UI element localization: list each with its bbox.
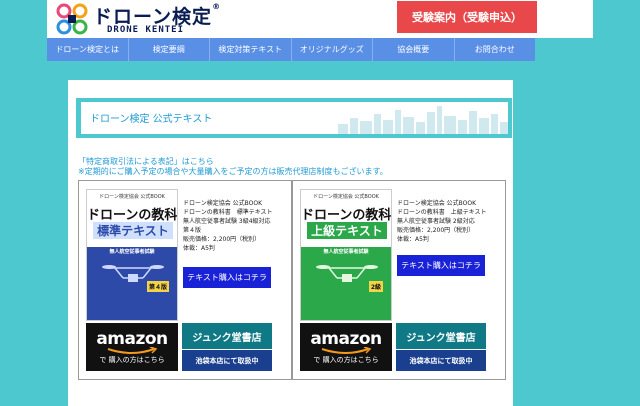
book-info-advanced: ドローン検定協会 公式BOOK ドローンの教科書 上級テキスト 無人航空従事者試…	[397, 199, 503, 244]
nav-item-textbooks[interactable]: 検定対策テキスト	[210, 38, 292, 61]
main-nav: ドローン検定とは 検定要綱 検定対策テキスト オリジナルグッズ 協会概要 お問合…	[47, 38, 535, 61]
buy-text-button-advanced[interactable]: テキスト購入はコチラ	[397, 255, 485, 276]
registered-mark: ®	[212, 2, 222, 11]
book-cover-advanced[interactable]: ドローン検定協会 公式BOOK ドローンの教科書 上級テキスト 無人航空従事者試…	[300, 189, 392, 321]
book-info-line: 第４版	[183, 227, 202, 234]
product-card-advanced: ドローン検定協会 公式BOOK ドローンの教科書 上級テキスト 無人航空従事者試…	[292, 180, 506, 380]
amazon-wordmark: amazon	[310, 329, 382, 349]
nav-item-about[interactable]: ドローン検定とは	[47, 38, 129, 61]
book-info-line: ドローンの教科書 標準テキスト	[183, 209, 273, 216]
amazon-smile-icon	[321, 347, 372, 354]
product-card-standard: ドローン検定協会 公式BOOK ドローンの教科書 標準テキスト 無人航空従事者試…	[78, 180, 292, 380]
main-content: ドローン検定 公式テキスト 「特定商取引法による表記」はこちら ※定期的にご購入…	[68, 80, 513, 406]
junku-button-standard[interactable]: ジュンク堂書店 池袋本店にて取扱中	[182, 323, 272, 371]
book-info-line: 体裁：A5判	[397, 236, 429, 243]
amazon-wordmark: amazon	[96, 329, 168, 349]
page-title: ドローン検定 公式テキスト	[90, 114, 213, 125]
book-info-line: 販売価格：2,200円（税別）	[183, 236, 261, 243]
junku-button-advanced[interactable]: ジュンク堂書店 池袋本店にて取扱中	[396, 323, 486, 371]
exam-apply-button[interactable]: 受験案内（受験申込）	[397, 1, 537, 33]
cover-exam: 無人航空従事者試験	[109, 249, 155, 255]
city-skyline-icon	[338, 106, 508, 134]
site-header: ドローン検定® DRONE KENTEI 受験案内（受験申込）	[47, 0, 593, 38]
junku-store-branch: 池袋本店にて取扱中	[396, 350, 486, 371]
cover-edition: 2級	[368, 281, 383, 292]
drone-logo-icon	[56, 3, 88, 35]
junku-store-branch: 池袋本店にて取扱中	[182, 350, 272, 371]
bulk-purchase-note: ※定期的にご購入予定の場合や大量購入をご予定の方は販売代理店制度もございます。	[78, 167, 388, 176]
amazon-button-advanced[interactable]: amazon で 購入の方はこちら	[300, 323, 392, 371]
cover-edition: 第４版	[146, 281, 169, 292]
page-title-banner: ドローン検定 公式テキスト	[76, 98, 512, 138]
amazon-subtext: で 購入の方はこちら	[99, 356, 165, 364]
site-logo[interactable]: ドローン検定® DRONE KENTEI	[55, 2, 235, 36]
book-info-line: 体裁：A5判	[183, 245, 215, 252]
nav-item-association[interactable]: 協会概要	[373, 38, 455, 61]
cover-org: ドローン検定協会 公式BOOK	[99, 194, 165, 200]
book-info-line: ドローン検定協会 公式BOOK	[397, 200, 476, 207]
amazon-smile-icon	[107, 347, 158, 354]
nav-item-contact[interactable]: お問合わせ	[455, 38, 536, 61]
logo-subtitle: DRONE KENTEI	[107, 25, 185, 35]
nav-item-guidelines[interactable]: 検定要綱	[129, 38, 210, 61]
book-info-line: ドローンの教科書 上級テキスト	[397, 209, 487, 216]
cover-subtitle: 上級テキスト	[307, 222, 387, 239]
buy-text-button-standard[interactable]: テキスト購入はコチラ	[183, 267, 271, 288]
book-cover-standard[interactable]: ドローン検定協会 公式BOOK ドローンの教科書 標準テキスト 無人航空従事者試…	[86, 189, 178, 321]
cover-subtitle: 標準テキスト	[93, 222, 173, 239]
nav-item-goods[interactable]: オリジナルグッズ	[292, 38, 373, 61]
book-info-line: 販売価格：2,200円（税別）	[397, 227, 475, 234]
cover-org: ドローン検定協会 公式BOOK	[313, 194, 379, 200]
amazon-button-standard[interactable]: amazon で 購入の方はこちら	[86, 323, 178, 371]
junku-store-name: ジュンク堂書店	[396, 323, 486, 349]
book-info-standard: ドローン検定協会 公式BOOK ドローンの教科書 標準テキスト 無人航空従事者試…	[183, 199, 289, 253]
cover-title: ドローンの教科書	[301, 208, 392, 223]
book-info-line: 無人航空従事者試験 2級対応	[397, 218, 475, 225]
cover-title: ドローンの教科書	[87, 208, 178, 223]
cover-exam: 無人航空従事者試験	[323, 249, 369, 255]
amazon-subtext: で 購入の方はこちら	[313, 356, 379, 364]
book-info-line: ドローン検定協会 公式BOOK	[183, 200, 262, 207]
junku-store-name: ジュンク堂書店	[182, 323, 272, 349]
book-info-line: 無人航空従事者試験 3級4級対応	[183, 218, 271, 225]
